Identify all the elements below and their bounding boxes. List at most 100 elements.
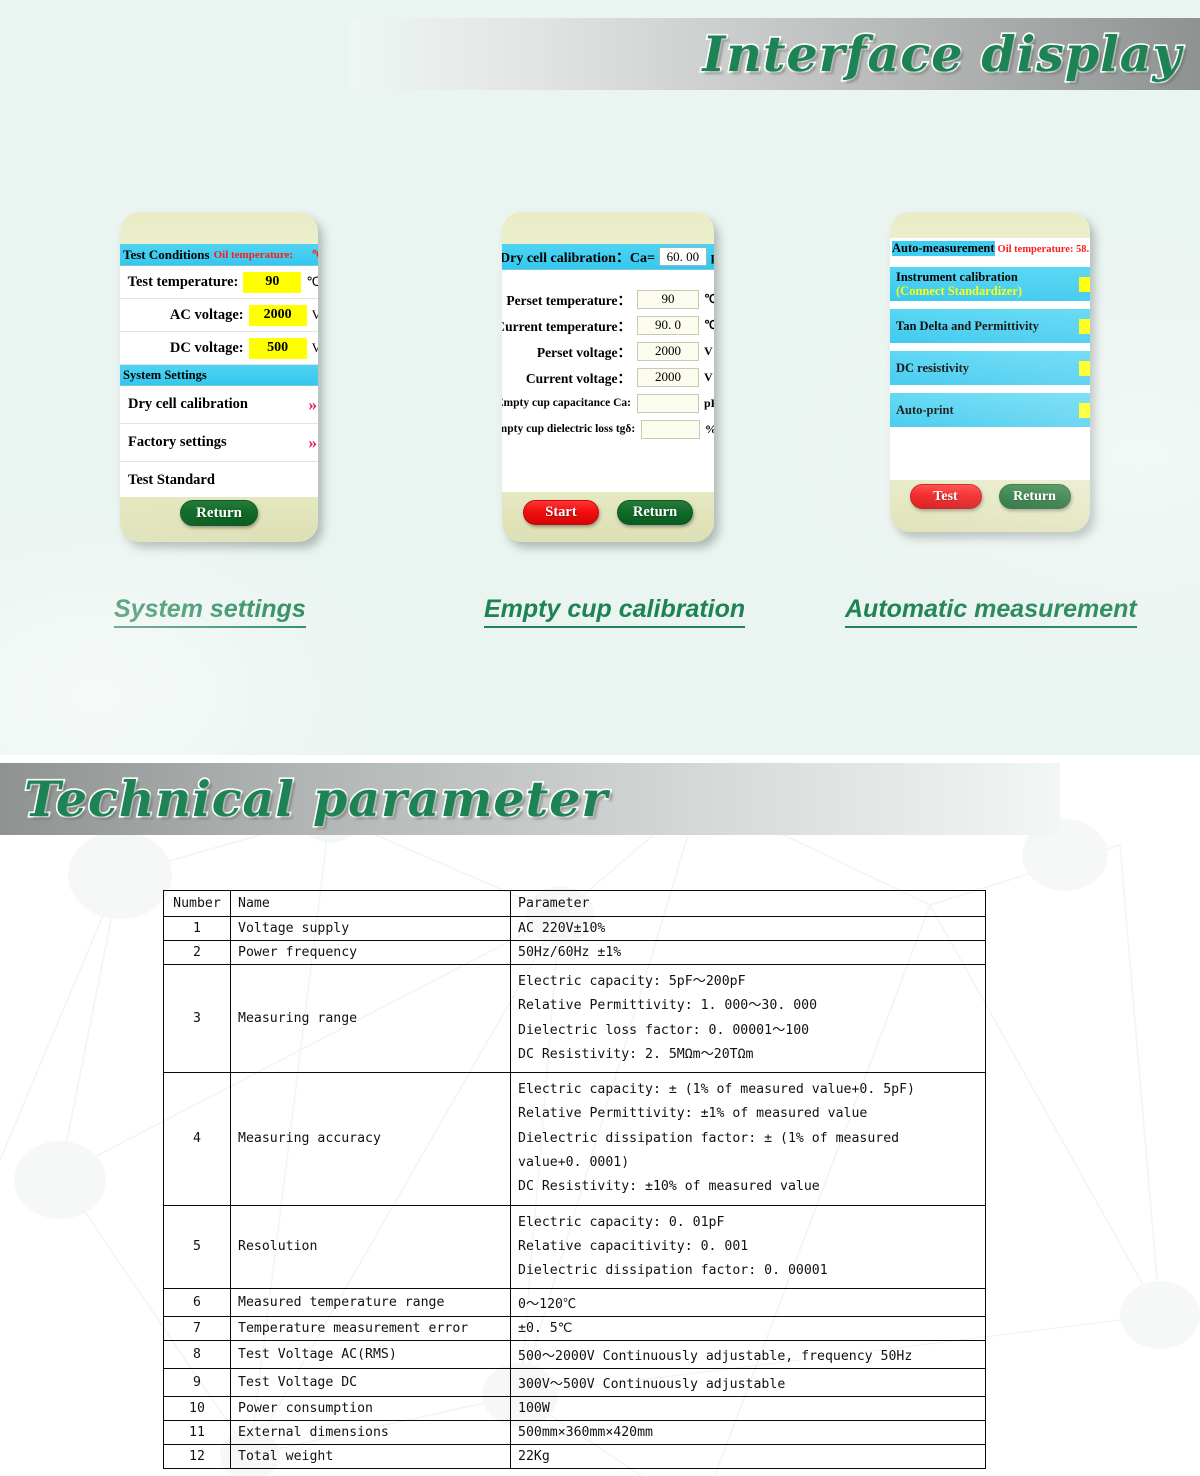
panel3-option-instrument-calibration[interactable]: Instrument calibration (Connect Standard…: [890, 267, 1090, 301]
panel2-spacer: [502, 270, 714, 286]
table-cell-parameter: Electric capacity: 5pF～200pF Relative Per…: [510, 963, 986, 1074]
panel2-field-perset-temperature-input[interactable]: 90: [637, 289, 699, 309]
panel1-menu-factory-settings[interactable]: Factory settings »: [120, 424, 318, 462]
table-cell-parameter-line: Electric capacity: ± (1% of measured val…: [518, 1082, 915, 1098]
panel1-field-dc-voltage-input[interactable]: 500: [248, 337, 307, 359]
table-cell-parameter-line: 500～2000V Continuously adjustable, frequ…: [518, 1349, 913, 1365]
panel3-option-tan-delta-permittivity-label: Tan Delta and Permittivity: [896, 319, 1039, 333]
table-cell-parameter-line: 100W: [518, 1401, 550, 1417]
table-cell-parameter-line: Dielectric dissipation factor: 0. 00001: [518, 1263, 828, 1279]
caption-empty-cup-calibration: Empty cup calibration: [484, 595, 746, 628]
table-cell-parameter-line: Electric capacity: 0. 01pF: [518, 1214, 725, 1230]
panel1-field-test-temperature-label: Test temperature:: [127, 273, 239, 290]
panel2-header-title: Dry cell calibration：Ca=: [502, 250, 655, 266]
table-row: 8 Test Voltage AC(RMS) 500～2000V Continuou…: [163, 1340, 986, 1370]
panel2-field-current-voltage-label: Current voltage：: [525, 371, 631, 386]
table-cell-parameter: 50Hz/60Hz ±1%: [510, 940, 986, 965]
chevron-right-icon: »: [308, 433, 318, 452]
panel1-field-ac-voltage-unit: V: [311, 307, 318, 322]
panel1-menu-dry-cell-calibration[interactable]: Dry cell calibration »: [120, 386, 318, 424]
technical-parameter-section: Technical parameter Number Name Paramete…: [0, 755, 1200, 1476]
checkbox-icon[interactable]: [1079, 318, 1090, 334]
checkbox-icon[interactable]: [1079, 402, 1090, 418]
panel2-header: Dry cell calibration：Ca= 60. 00 pF: [502, 244, 714, 270]
panel3-option-tan-delta-permittivity[interactable]: Tan Delta and Permittivity: [890, 309, 1090, 343]
table-cell-number: 2: [163, 940, 231, 965]
panel2-field-empty-cup-capacitance: Empty cup capacitance Ca: pF: [502, 390, 714, 416]
panel1-menu-test-standard[interactable]: Test Standard: [120, 462, 318, 497]
panel3-button-bar: Test Return: [890, 484, 1090, 509]
panel2-field-current-temperature: Current temperature： 90. 0 ℃: [502, 312, 714, 338]
panel2-field-current-temperature-input[interactable]: 90. 0: [637, 315, 699, 335]
table-row: 5 Resolution Electric capacity: 0. 01pF Rel…: [163, 1204, 986, 1290]
panel3-option-0-sub: (Connect Standardizer): [896, 284, 1023, 298]
panel2-field-empty-cup-dielectric-loss-input[interactable]: [641, 419, 700, 439]
table-cell-number: 1: [163, 916, 231, 941]
caption-system-settings: System settings: [114, 595, 306, 628]
panel1-menu-dry-cell-calibration-label: Dry cell calibration: [128, 396, 249, 412]
table-cell-parameter-line: DC Resistivity: 2. 5MΩm～20TΩm: [518, 1046, 754, 1062]
table-cell-number: 9: [163, 1368, 231, 1398]
panel1-button-bar: Return: [120, 500, 318, 526]
table-row: 10 Power consumption 100W: [163, 1396, 986, 1422]
table-cell-number: 11: [163, 1420, 231, 1446]
caption-automatic-measurement: Automatic measurement: [845, 595, 1137, 628]
panel2-field-perset-temperature-label: Perset temperature：: [506, 293, 631, 308]
table-cell-parameter-line: 500mm×360mm×420mm: [518, 1425, 653, 1441]
panel1-header: Test Conditions Oil temperature: ℃: [120, 244, 318, 266]
panel2-screen: Dry cell calibration：Ca= 60. 00 pF Perse…: [502, 244, 714, 492]
technical-parameter-table: Number Name Parameter 1 Voltage supply AC …: [163, 890, 986, 1470]
panel1-header-title: Test Conditions: [123, 246, 210, 262]
chevron-right-icon: »: [308, 395, 318, 414]
panel3-test-button[interactable]: Test: [909, 484, 982, 509]
table-header-name: Name: [230, 890, 511, 917]
table-cell-number: 5: [163, 1204, 231, 1290]
table-row: 4 Measuring accuracy Electric capacity: ± …: [163, 1072, 986, 1206]
panel2-field-perset-voltage: Perset voltage： 2000 V: [502, 338, 714, 364]
panel3-option-dc-resistivity[interactable]: DC resistivity: [890, 351, 1090, 385]
panel3-option-instrument-calibration-label: Instrument calibration (Connect Standard…: [896, 270, 1022, 298]
panel1-return-button[interactable]: Return: [180, 500, 258, 526]
panel3-option-auto-print[interactable]: Auto-print: [890, 393, 1090, 427]
panel1-menu-factory-settings-label: Factory settings: [128, 434, 227, 450]
table-cell-number: 4: [163, 1072, 231, 1206]
panel2-field-perset-voltage-label: Perset voltage：: [536, 345, 631, 360]
panel1-field-ac-voltage-input[interactable]: 2000: [248, 304, 307, 326]
panel1-system-settings-label: System Settings: [123, 367, 207, 382]
table-row: 6 Measured temperature range 0～120℃: [163, 1288, 986, 1318]
panel2-field-perset-voltage-input[interactable]: 2000: [637, 341, 699, 361]
panel3-oil-temperature: Oil temperature: 58. 0℃: [997, 243, 1090, 255]
panel2-return-button[interactable]: Return: [617, 500, 693, 525]
panel1-field-test-temperature: Test temperature: 90 ℃: [120, 266, 318, 299]
panel2-start-button[interactable]: Start: [523, 500, 599, 525]
panel2-field-empty-cup-dielectric-loss-label: Empty cup dielectric loss tgδ:: [502, 423, 636, 435]
table-row: 7 Temperature measurement error ±0. 5℃: [163, 1316, 986, 1342]
panel1-field-ac-voltage: AC voltage: 2000 V: [120, 299, 318, 332]
device-panel-empty-cup-calibration: Dry cell calibration：Ca= 60. 00 pF Perse…: [502, 212, 714, 542]
interface-display-section: Interface display Test Conditions Oil te…: [0, 0, 1200, 755]
panel1-system-settings-header: System Settings: [120, 365, 318, 386]
table-cell-parameter-line: 300V～500V Continuously adjustable: [518, 1377, 786, 1393]
panel1-field-test-temperature-input[interactable]: 90: [243, 271, 302, 293]
page-root: Interface display Test Conditions Oil te…: [0, 0, 1200, 1476]
panel1-field-ac-voltage-label: AC voltage:: [169, 306, 244, 323]
table-row: 2 Power frequency 50Hz/60Hz ±1%: [163, 940, 986, 965]
panel2-field-current-temperature-unit: ℃: [704, 317, 714, 332]
panel1-field-dc-voltage-unit: V: [311, 340, 318, 355]
panel2-header-ca-input[interactable]: 60. 00: [658, 247, 707, 266]
table-cell-parameter: Electric capacity: ± (1% of measured val…: [510, 1072, 986, 1206]
table-header-parameter: Parameter: [510, 890, 986, 917]
panel2-field-empty-cup-capacitance-input[interactable]: [637, 393, 699, 413]
checkbox-icon[interactable]: [1079, 360, 1090, 376]
panel2-field-current-temperature-label: Current temperature：: [502, 319, 631, 334]
table-row: 3 Measuring range Electric capacity: 5pF～2…: [163, 963, 986, 1074]
checkbox-icon[interactable]: [1079, 276, 1090, 292]
panel3-return-button[interactable]: Return: [998, 484, 1071, 509]
table-cell-parameter-line: Dielectric loss factor: 0. 00001～100: [518, 1022, 810, 1038]
panel2-field-current-voltage: Current voltage： 2000 V: [502, 364, 714, 390]
table-cell-parameter: 500mm×360mm×420mm: [510, 1420, 986, 1446]
panel3-option-dc-resistivity-label: DC resistivity: [896, 361, 970, 375]
panel2-field-empty-cup-dielectric-loss: Empty cup dielectric loss tgδ: %: [502, 416, 714, 442]
technical-parameter-title: Technical parameter: [22, 768, 609, 829]
panel2-field-current-voltage-input[interactable]: 2000: [637, 367, 699, 387]
